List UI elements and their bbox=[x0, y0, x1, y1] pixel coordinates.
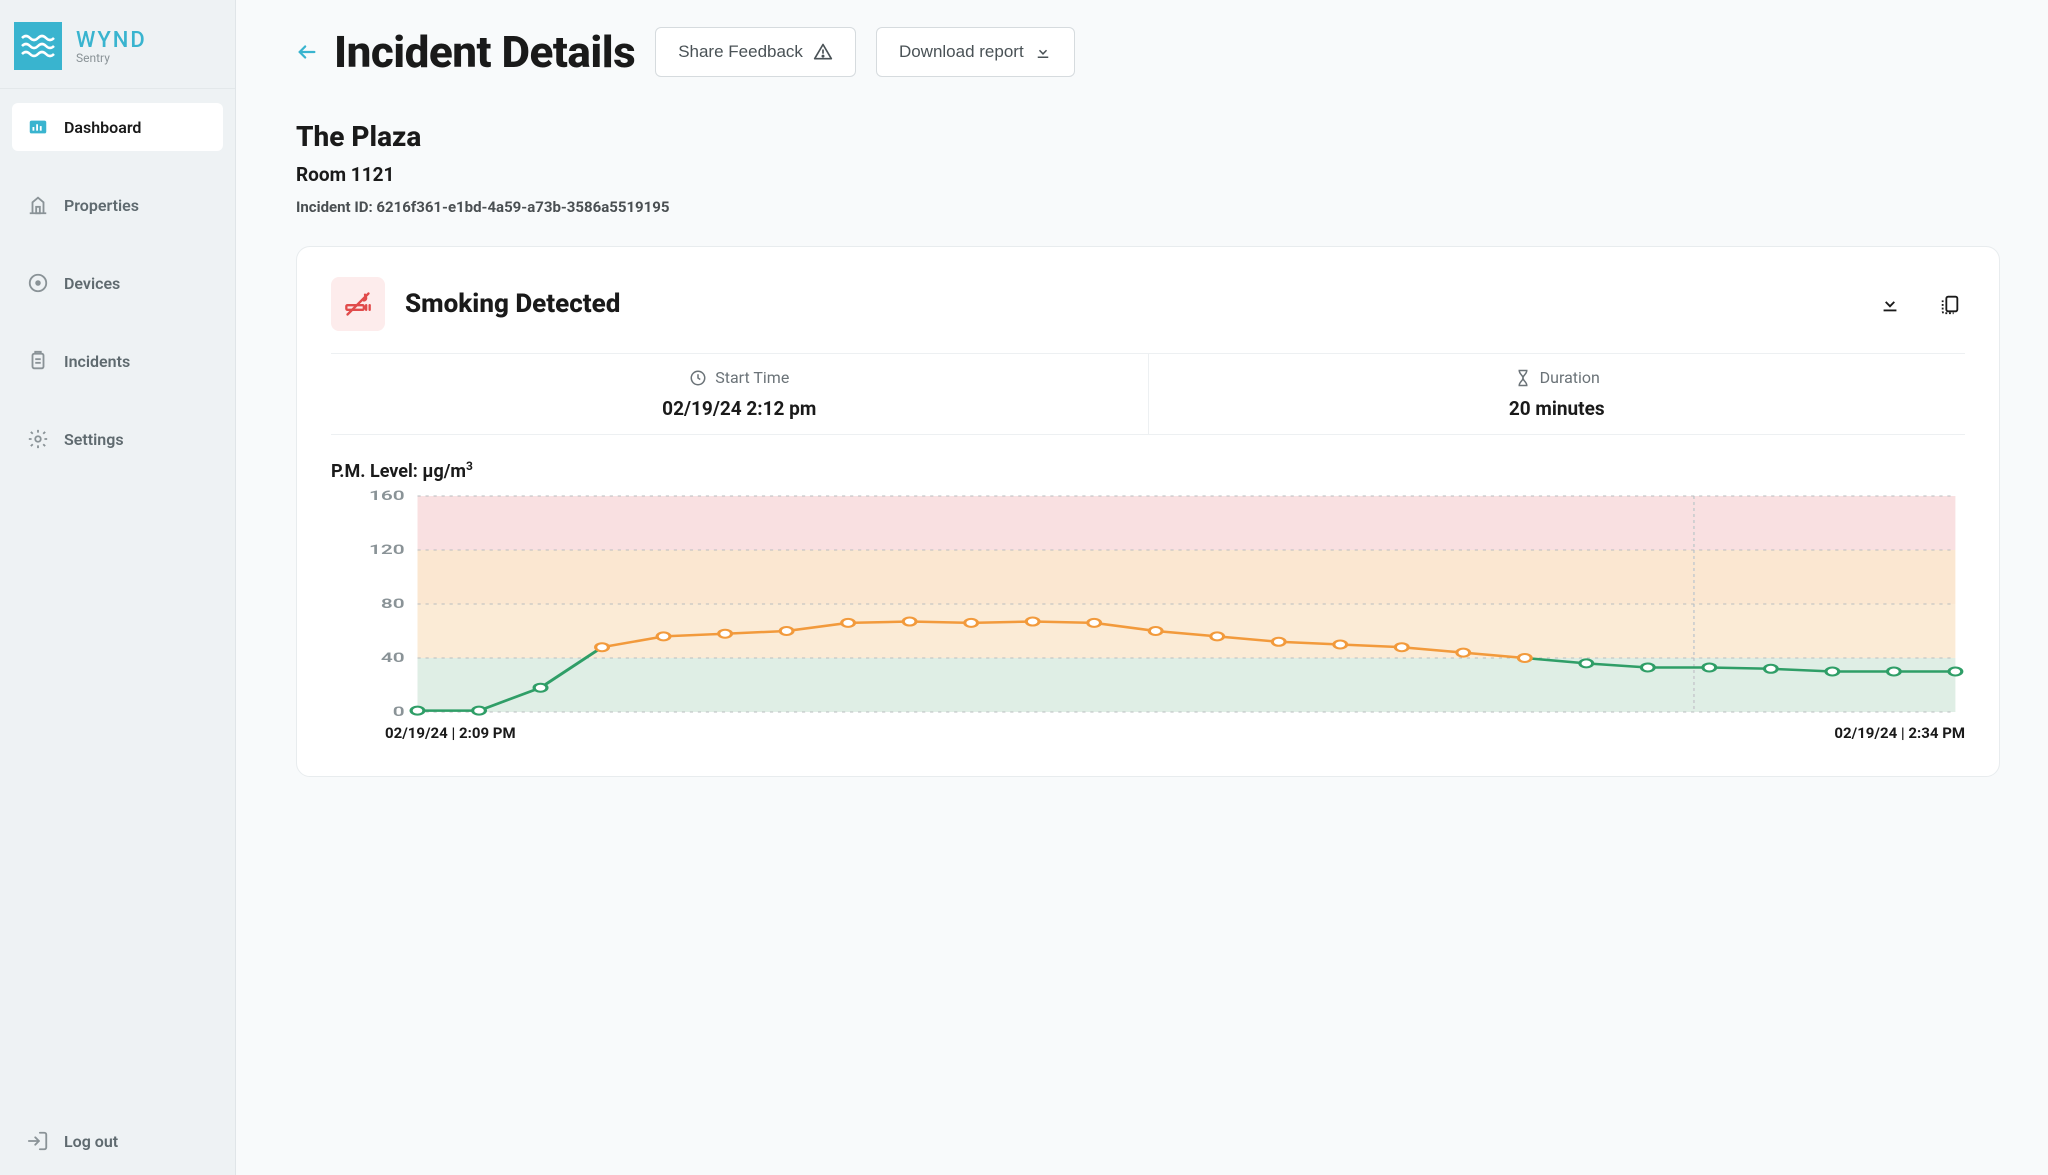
sidebar-item-label: Dashboard bbox=[64, 118, 141, 137]
x-axis-end: 02/19/24 | 2:34 PM bbox=[1834, 724, 1965, 742]
sidebar-item-dashboard[interactable]: Dashboard bbox=[12, 103, 223, 151]
property-name: The Plaza bbox=[296, 120, 2000, 153]
sidebar: WYND Sentry Dashboard Properties Devices In… bbox=[0, 0, 236, 1175]
svg-text:80: 80 bbox=[381, 596, 405, 611]
sidebar-item-incidents[interactable]: Incidents bbox=[12, 337, 223, 385]
page-title: Incident Details bbox=[334, 26, 635, 78]
incident-meta: The Plaza Room 1121 Incident ID: 6216f36… bbox=[296, 120, 2000, 216]
start-time-label: Start Time bbox=[715, 368, 789, 387]
sidebar-item-label: Settings bbox=[64, 430, 124, 449]
clock-icon bbox=[689, 369, 707, 387]
duration-cell: Duration 20 minutes bbox=[1148, 354, 1966, 434]
dashboard-icon bbox=[26, 115, 50, 139]
download-icon bbox=[1034, 43, 1052, 61]
share-feedback-label: Share Feedback bbox=[678, 42, 803, 62]
alert-title: Smoking Detected bbox=[405, 289, 620, 319]
chart-title: P.M. Level: µg/m3 bbox=[331, 459, 1965, 482]
chart-area: 0 40 80 120 160 02/19/24 | 2:09 PM 02/19/24 … bbox=[331, 490, 1965, 742]
sidebar-item-properties[interactable]: Properties bbox=[12, 181, 223, 229]
logout-label: Log out bbox=[64, 1132, 118, 1151]
sidebar-item-devices[interactable]: Devices bbox=[12, 259, 223, 307]
svg-text:0: 0 bbox=[393, 704, 405, 719]
hourglass-icon bbox=[1514, 369, 1532, 387]
card-download-icon[interactable] bbox=[1875, 289, 1905, 319]
logout-button[interactable]: Log out bbox=[0, 1111, 235, 1175]
back-arrow-icon[interactable] bbox=[296, 41, 318, 63]
incident-id: Incident ID: 6216f361-e1bd-4a59-a73b-358… bbox=[296, 198, 2000, 216]
start-time-cell: Start Time 02/19/24 2:12 pm bbox=[331, 354, 1148, 434]
x-axis-start: 02/19/24 | 2:09 PM bbox=[385, 724, 516, 742]
main-content: Incident Details Share Feedback Download… bbox=[236, 0, 2048, 1175]
building-icon bbox=[26, 193, 50, 217]
info-row: Start Time 02/19/24 2:12 pm Duration 20 … bbox=[331, 353, 1965, 435]
incident-card: Smoking Detected bbox=[296, 246, 2000, 777]
smoking-icon bbox=[331, 277, 385, 331]
download-report-label: Download report bbox=[899, 42, 1024, 62]
brand-name: WYND bbox=[76, 28, 147, 53]
copy-icon[interactable] bbox=[1935, 289, 1965, 319]
svg-text:160: 160 bbox=[369, 490, 405, 504]
card-header: Smoking Detected bbox=[331, 277, 1965, 331]
share-feedback-button[interactable]: Share Feedback bbox=[655, 27, 856, 77]
sidebar-nav: Dashboard Properties Devices Incidents Setti… bbox=[0, 89, 235, 1111]
download-report-button[interactable]: Download report bbox=[876, 27, 1075, 77]
duration-label: Duration bbox=[1540, 368, 1600, 387]
warning-icon bbox=[813, 42, 833, 62]
start-time-value: 02/19/24 2:12 pm bbox=[341, 397, 1138, 420]
sidebar-item-label: Devices bbox=[64, 274, 120, 293]
logout-icon bbox=[26, 1129, 50, 1153]
svg-text:120: 120 bbox=[369, 542, 405, 557]
brand-logo-icon bbox=[14, 22, 62, 70]
brand-logo-row: WYND Sentry bbox=[0, 12, 235, 89]
sidebar-item-label: Properties bbox=[64, 196, 139, 215]
duration-value: 20 minutes bbox=[1159, 397, 1956, 420]
clipboard-icon bbox=[26, 349, 50, 373]
room-name: Room 1121 bbox=[296, 163, 2000, 186]
page-header: Incident Details Share Feedback Download… bbox=[296, 26, 2000, 78]
gear-icon bbox=[26, 427, 50, 451]
svg-text:40: 40 bbox=[381, 650, 405, 665]
device-icon bbox=[26, 271, 50, 295]
brand-sub: Sentry bbox=[76, 51, 147, 65]
sidebar-item-settings[interactable]: Settings bbox=[12, 415, 223, 463]
sidebar-item-label: Incidents bbox=[64, 352, 130, 371]
